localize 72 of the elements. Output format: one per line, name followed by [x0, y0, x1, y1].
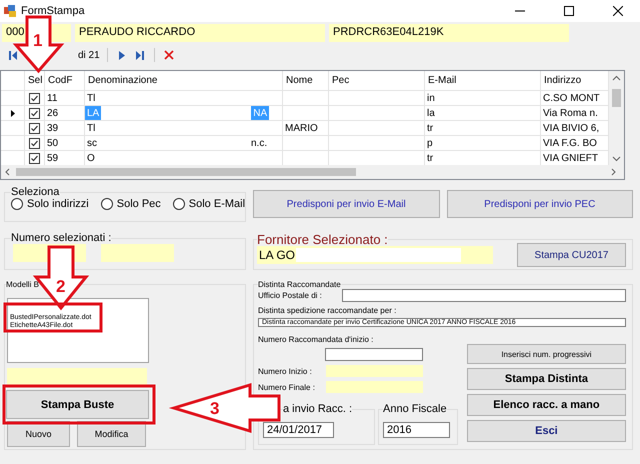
checkbox[interactable] — [29, 152, 40, 164]
radio-option[interactable]: Solo indirizzi — [11, 198, 89, 210]
last-record-icon[interactable] — [136, 50, 144, 60]
group-label: Numero selezionati : — [11, 232, 112, 244]
field-label: Distinta spedizione raccomandate per : — [258, 306, 398, 315]
send-button[interactable]: Predisponi per invio PEC — [446, 190, 633, 218]
group-label: Anno Fiscale — [383, 403, 447, 415]
field-label: Numero Raccomandata d'inizio : — [258, 335, 374, 344]
window-title: FormStampa — [21, 5, 86, 17]
checkbox[interactable] — [29, 122, 40, 134]
date-field[interactable]: 24/01/2017 — [263, 422, 334, 438]
radio-option[interactable]: Solo Pec — [100, 198, 161, 210]
column-header[interactable]: Pec — [329, 71, 425, 91]
radio-button[interactable] — [11, 198, 23, 210]
row-pointer-icon — [10, 110, 14, 116]
table-cell[interactable]: sc — [85, 136, 99, 150]
field-label: Ufficio Postale di : — [258, 291, 323, 300]
table-cell-text: p — [426, 138, 434, 148]
table-cell-text: in — [426, 92, 436, 104]
annotation-number: 3 — [210, 400, 220, 417]
checkbox[interactable] — [29, 138, 40, 148]
start-number-field[interactable] — [325, 348, 423, 361]
radio-button[interactable] — [172, 198, 185, 210]
action-button[interactable]: Inserisci num. progressivi — [466, 344, 626, 364]
group-label: Modelli B — [6, 280, 39, 289]
group-label: a invio Racc. : — [283, 403, 352, 415]
row-header[interactable] — [1, 106, 25, 121]
minimize-icon[interactable] — [515, 10, 525, 12]
table-cell[interactable]: Tl — [85, 121, 98, 135]
radio-button[interactable] — [100, 198, 113, 210]
text-field[interactable]: PERAUDO RICCARDO — [75, 24, 325, 42]
delete-icon[interactable] — [164, 50, 174, 60]
annotation-number: 1 — [33, 32, 42, 49]
action-button[interactable]: Elenco racc. a mano — [466, 394, 626, 416]
annotation-arrow — [32, 246, 90, 310]
close-icon[interactable] — [613, 6, 623, 16]
table-cell-text: tr — [426, 152, 434, 164]
action-button[interactable]: Stampa Distinta — [466, 368, 626, 390]
table-cell: 39 — [45, 121, 85, 136]
year-field[interactable]: 2016 — [383, 422, 450, 438]
app-icon — [4, 5, 16, 17]
table-cell[interactable]: O — [85, 151, 97, 165]
post-office-field[interactable] — [342, 289, 626, 302]
checkbox[interactable] — [29, 92, 40, 104]
table-cell[interactable]: n.c. — [249, 136, 270, 150]
group-label: Seleziona — [11, 186, 60, 198]
annotation-number: 2 — [56, 278, 66, 295]
column-header[interactable]: CodF — [45, 71, 85, 91]
field-label: Numero Finale : — [258, 382, 316, 392]
table-cell[interactable]: Tl — [85, 91, 98, 105]
vertical-scrollbar[interactable] — [609, 71, 624, 165]
radio-option[interactable]: Solo E-Mail — [172, 198, 246, 210]
checkbox[interactable] — [29, 108, 40, 118]
send-button[interactable]: Predisponi per invio E-Mail — [253, 190, 440, 218]
group-label: Fornitore Selezionato : — [257, 232, 388, 247]
table-cell: 50 — [45, 136, 85, 151]
group-label: Distinta Raccomandate — [258, 280, 341, 289]
table-cell: 11 — [45, 91, 85, 106]
print-envelopes-button[interactable]: Stampa Buste — [6, 390, 149, 419]
column-header[interactable]: Nome — [283, 71, 329, 91]
maximize-icon[interactable] — [564, 6, 574, 16]
first-record-icon[interactable] — [9, 50, 17, 60]
field-label: Numero Inizio : — [258, 366, 313, 376]
print-cu-button[interactable]: Stampa CU2017 — [517, 243, 626, 267]
supplier-name: LA GO — [259, 248, 296, 262]
record-count: di 21 — [78, 50, 100, 60]
text-field[interactable]: PRDRCR63E04L219K — [329, 24, 569, 42]
next-record-icon[interactable] — [118, 50, 125, 60]
table-cell-text: tr — [426, 122, 434, 134]
table-cell-text: la — [426, 108, 436, 118]
table-cell: MARIO — [283, 121, 329, 136]
action-button[interactable]: Esci — [466, 420, 626, 442]
